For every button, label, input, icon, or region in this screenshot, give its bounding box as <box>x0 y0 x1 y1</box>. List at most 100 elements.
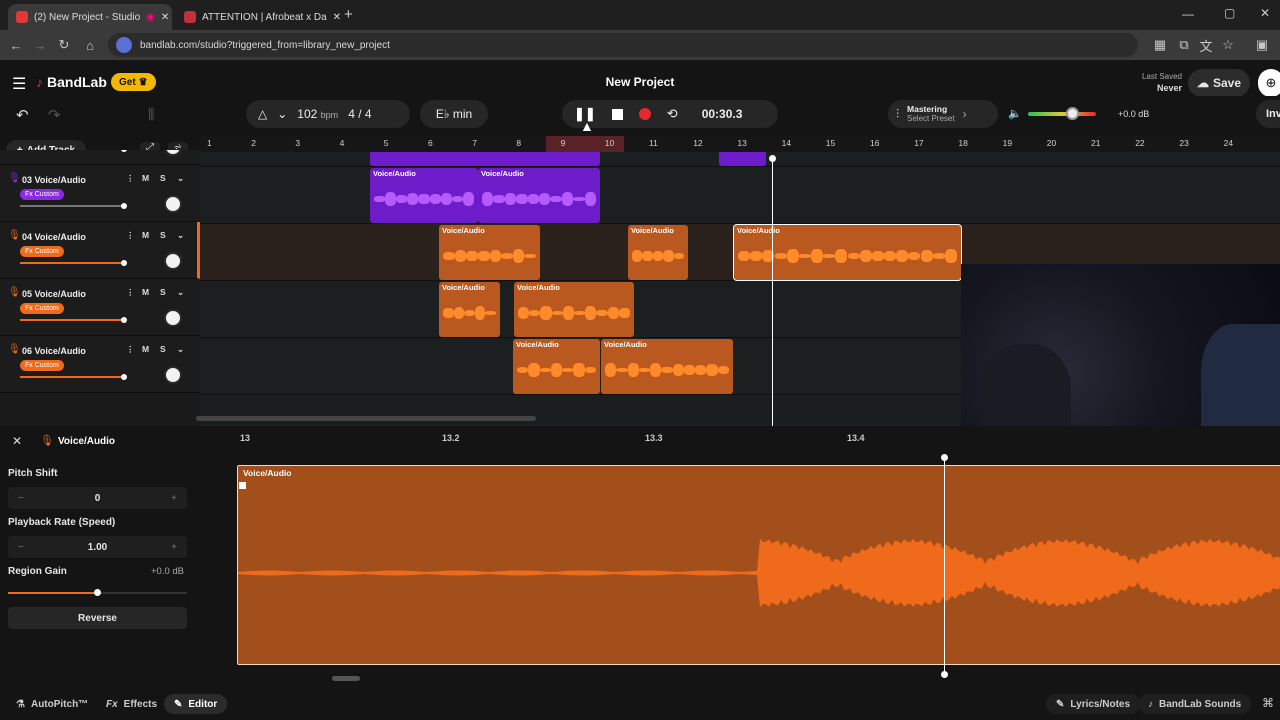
solo-button[interactable]: S <box>160 173 166 183</box>
autopitch-tab[interactable]: ⚗ AutoPitch™ <box>6 694 98 714</box>
fx-badge[interactable]: Fx Custom <box>20 303 64 314</box>
increment-icon[interactable]: + <box>171 542 177 553</box>
track-pan-knob[interactable] <box>164 150 182 156</box>
cast-icon[interactable]: ⧉ <box>1172 30 1196 60</box>
stop-icon[interactable] <box>611 108 623 120</box>
playhead[interactable] <box>772 158 773 426</box>
decrement-icon[interactable]: − <box>18 542 24 553</box>
mute-button[interactable]: M <box>142 344 149 354</box>
audio-clip[interactable]: Voice/Audio <box>628 225 688 280</box>
track-volume-knob[interactable] <box>121 374 127 380</box>
playback-rate-stepper[interactable]: − 1.00 + <box>8 536 187 558</box>
track-volume-knob[interactable] <box>121 317 127 323</box>
reverse-button[interactable]: Reverse <box>8 607 187 629</box>
track-menu-icon[interactable]: ⋮ <box>126 230 135 241</box>
track-volume-knob[interactable] <box>121 150 127 152</box>
track-lane[interactable] <box>200 167 1280 224</box>
track-expand-chevron-icon[interactable]: ⌄ <box>177 287 184 298</box>
forward-icon[interactable]: → <box>28 30 52 60</box>
master-volume-knob[interactable] <box>1066 107 1079 120</box>
audio-clip[interactable]: Voice/Audio <box>601 339 733 394</box>
editor-region[interactable]: Voice/Audio <box>237 465 1280 665</box>
timeline-ruler[interactable]: 1 2 3 4 5 6 7 8 9 10 11 12 13 14 15 16 17 18 19 20 21 22 23 24 <box>200 136 1280 152</box>
master-volume-slider[interactable] <box>1028 107 1096 120</box>
region-gain-slider[interactable] <box>8 589 187 596</box>
speaker-icon[interactable]: 🔈 <box>1008 107 1022 120</box>
region-gain-knob[interactable] <box>94 589 101 596</box>
home-icon[interactable]: ⌂ <box>78 30 102 60</box>
metronome-icon[interactable]: △ <box>258 107 267 121</box>
audio-clip[interactable]: Voice/Audio <box>478 168 600 223</box>
bpm-field[interactable]: 102 bpm <box>297 107 338 121</box>
back-icon[interactable]: ← <box>4 30 28 60</box>
editor-scrollbar[interactable] <box>332 676 360 681</box>
close-editor-icon[interactable]: ✕ <box>12 434 22 448</box>
audio-clip[interactable]: Voice/Audio <box>370 168 478 223</box>
solo-button[interactable]: S <box>160 344 166 354</box>
fx-badge[interactable]: Fx Custom <box>20 360 64 371</box>
key-selector[interactable]: E♭ min <box>420 100 488 128</box>
track-menu-icon[interactable]: ⋮ <box>126 344 135 355</box>
pitch-shift-stepper[interactable]: − 0 + <box>8 487 187 509</box>
track-volume-slider[interactable] <box>20 317 127 323</box>
mastering-button[interactable]: ⫶ Mastering Select Preset › <box>888 100 998 128</box>
track-pan-knob[interactable] <box>164 366 182 384</box>
fx-badge[interactable]: Fx Custom <box>20 246 64 257</box>
lyrics-notes-tab[interactable]: ✎ Lyrics/Notes <box>1046 694 1141 714</box>
loop-icon[interactable]: ⟲ <box>667 106 678 122</box>
track-header[interactable]: 🎙 03 Voice/Audio ⋮ M S ⌄ Fx Custom <box>0 165 200 222</box>
extension-icon[interactable]: ▦ <box>1148 30 1172 60</box>
track-pan-knob[interactable] <box>164 195 182 213</box>
audio-clip[interactable]: Voice/Audio <box>513 339 600 394</box>
minimize-icon[interactable]: — <box>1182 7 1194 21</box>
horizontal-scrollbar[interactable] <box>196 416 536 421</box>
url-bar[interactable]: bandlab.com/studio?triggered_from=librar… <box>108 33 1138 57</box>
new-tab-icon[interactable]: + <box>344 6 353 23</box>
metronome-dropdown-chevron-icon[interactable]: ⌄ <box>277 107 287 121</box>
increment-icon[interactable]: + <box>171 493 177 504</box>
undo-icon[interactable]: ↶ <box>16 106 29 124</box>
reload-icon[interactable]: ↻ <box>52 30 76 60</box>
time-signature[interactable]: 4 / 4 <box>348 107 371 121</box>
editor-playhead-handle[interactable] <box>941 454 948 461</box>
track-header[interactable]: 🎙 04 Voice/Audio ⋮ M S ⌄ Fx Custom <box>0 222 200 279</box>
track-header[interactable]: 🎙 05 Voice/Audio ⋮ M S ⌄ Fx Custom <box>0 279 200 336</box>
keyboard-shortcut-icon[interactable]: ⌘ <box>1262 696 1274 710</box>
audio-clip[interactable]: Voice/Audio <box>514 282 634 337</box>
editor-tab[interactable]: ✎ Editor <box>164 694 228 714</box>
track-expand-chevron-icon[interactable]: ⌄ <box>177 230 184 241</box>
track-expand-chevron-icon[interactable]: ⌄ <box>177 344 184 355</box>
close-tab-icon[interactable]: ✕ <box>161 12 169 23</box>
globe-icon[interactable]: ⊕ <box>1258 69 1280 97</box>
audio-clip[interactable] <box>370 152 600 166</box>
translate-icon[interactable]: 文 <box>1194 30 1218 60</box>
bookmark-star-icon[interactable]: ☆ <box>1216 30 1240 60</box>
fx-badge[interactable]: Fx Custom <box>20 189 64 200</box>
solo-button[interactable]: S <box>160 230 166 240</box>
audio-clip[interactable]: Voice/Audio <box>733 224 962 281</box>
mixer-icon[interactable]: ⫼ <box>148 106 154 123</box>
maximize-icon[interactable]: ▢ <box>1224 6 1235 20</box>
track-volume-slider[interactable] <box>20 374 127 380</box>
mute-button[interactable]: M <box>142 173 149 183</box>
redo-icon[interactable]: ↷ <box>48 106 61 124</box>
close-window-icon[interactable]: ✕ <box>1260 6 1270 20</box>
playhead-handle[interactable] <box>769 155 776 162</box>
track-menu-icon[interactable]: ⋮ <box>126 287 135 298</box>
save-button[interactable]: ☁ Save <box>1188 69 1250 97</box>
track-volume-knob[interactable] <box>121 260 127 266</box>
side-panel-icon[interactable]: ▣ <box>1250 30 1274 60</box>
audio-clip[interactable]: Voice/Audio <box>439 225 540 280</box>
mute-button[interactable]: M <box>142 287 149 297</box>
track-volume-slider[interactable] <box>20 203 127 209</box>
track-header[interactable]: 🎙 06 Voice/Audio ⋮ M S ⌄ Fx Custom <box>0 336 200 393</box>
decrement-icon[interactable]: − <box>18 493 24 504</box>
site-info-icon[interactable] <box>116 37 132 53</box>
browser-tab-attention[interactable]: ATTENTION | Afrobeat x Da ✕ <box>176 4 342 30</box>
audio-clip[interactable] <box>719 152 766 166</box>
record-icon[interactable] <box>638 108 651 120</box>
effects-tab[interactable]: Fx Effects <box>96 694 167 714</box>
track-pan-knob[interactable] <box>164 252 182 270</box>
track-volume-slider[interactable] <box>20 260 127 266</box>
track-menu-icon[interactable]: ⋮ <box>126 173 135 184</box>
